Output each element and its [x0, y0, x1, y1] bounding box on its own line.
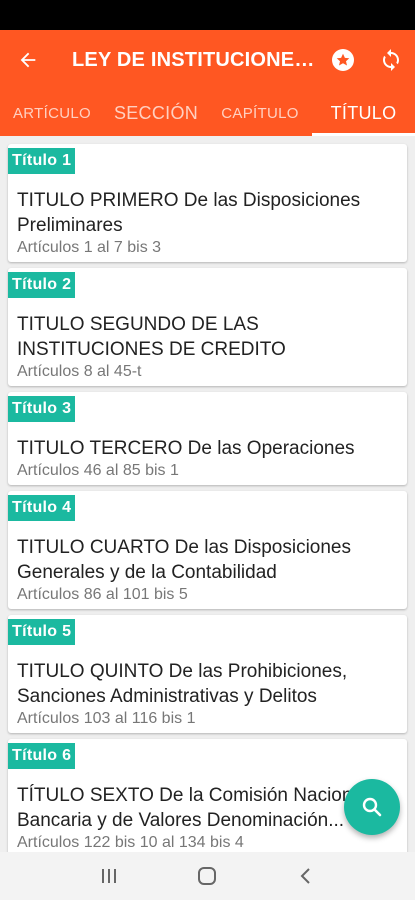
list-item[interactable]: Título 5 TITULO QUINTO De las Prohibicio… — [8, 615, 407, 733]
item-title: TITULO QUINTO De las Prohibiciones, Sanc… — [17, 661, 348, 707]
item-range: Artículos 122 bis 10 al 134 bis 4 — [17, 834, 244, 851]
app-bar: LEY DE INSTITUCIONES... — [0, 30, 415, 90]
search-fab[interactable] — [344, 779, 400, 835]
item-title: TITULO PRIMERO De las Disposiciones Prel… — [17, 190, 361, 236]
titulo-badge: Título 4 — [8, 495, 76, 521]
item-title: TITULO CUARTO De las Disposiciones Gener… — [17, 537, 352, 583]
item-title: TITULO TERCERO De las Operaciones — [17, 438, 355, 459]
item-range: Artículos 46 al 85 bis 1 — [17, 462, 179, 479]
star-circle-icon — [332, 49, 354, 71]
home-icon — [198, 867, 217, 885]
page-title: LEY DE INSTITUCIONES... — [72, 48, 319, 71]
item-title: TÍTULO SEXTO De la Comisión Nacional Ban… — [17, 783, 397, 833]
item-range: Artículos 86 al 101 bis 5 — [17, 586, 188, 603]
list-item[interactable]: Título 1 TITULO PRIMERO De las Disposici… — [8, 144, 407, 262]
titulo-badge: Título 5 — [8, 619, 76, 645]
sync-button[interactable] — [367, 30, 415, 90]
item-title: TITULO SEGUNDO DE LAS INSTITUCIONES DE C… — [17, 314, 286, 360]
system-nav-bar — [0, 852, 415, 900]
list-item[interactable]: Título 4 TITULO CUARTO De las Disposicio… — [8, 491, 407, 609]
tab-capitulo[interactable]: CAPÍTULO — [208, 90, 312, 136]
tab-label: SECCIÓN — [113, 102, 199, 123]
item-title-line: TÍTULO SEXTO De la Comisión Nacional — [17, 785, 368, 806]
nav-back-icon — [300, 868, 310, 884]
search-icon — [362, 797, 382, 817]
titulo-badge: Título 2 — [8, 272, 76, 298]
titulo-list[interactable]: Título 1 TITULO PRIMERO De las Disposici… — [0, 136, 415, 852]
list-item[interactable]: Título 3 TITULO TERCERO De las Operacion… — [8, 392, 407, 485]
arrow-back-icon — [20, 52, 36, 68]
tab-label: TÍTULO — [330, 102, 397, 123]
tab-bar: ARTÍCULO SECCIÓN CAPÍTULO TÍTULO — [0, 90, 415, 136]
item-range: Artículos 1 al 7 bis 3 — [17, 239, 162, 256]
titulo-badge: Título 3 — [8, 396, 76, 422]
status-bar — [0, 0, 415, 30]
nav-back-button[interactable] — [286, 856, 326, 896]
tab-label: CAPÍTULO — [221, 104, 299, 122]
titulo-badge: Título 6 — [8, 743, 76, 769]
recents-button[interactable] — [89, 856, 129, 896]
item-range: Artículos 8 al 45-t — [17, 363, 142, 380]
recents-icon — [102, 869, 117, 883]
home-button[interactable] — [187, 856, 227, 896]
sync-icon — [383, 49, 399, 71]
tab-seccion[interactable]: SECCIÓN — [104, 90, 208, 136]
favorite-button[interactable] — [319, 30, 367, 90]
tab-label: ARTÍCULO — [13, 104, 91, 122]
item-range: Artículos 103 al 116 bis 1 — [17, 710, 196, 727]
back-button[interactable] — [0, 30, 56, 90]
list-item[interactable]: Título 2 TITULO SEGUNDO DE LAS INSTITUCI… — [8, 268, 407, 386]
tab-articulo[interactable]: ARTÍCULO — [0, 90, 104, 136]
item-title-line: Bancaria y de Valores Denominación... — [17, 810, 345, 831]
tab-titulo[interactable]: TÍTULO — [312, 90, 415, 136]
titulo-badge: Título 1 — [8, 148, 76, 174]
